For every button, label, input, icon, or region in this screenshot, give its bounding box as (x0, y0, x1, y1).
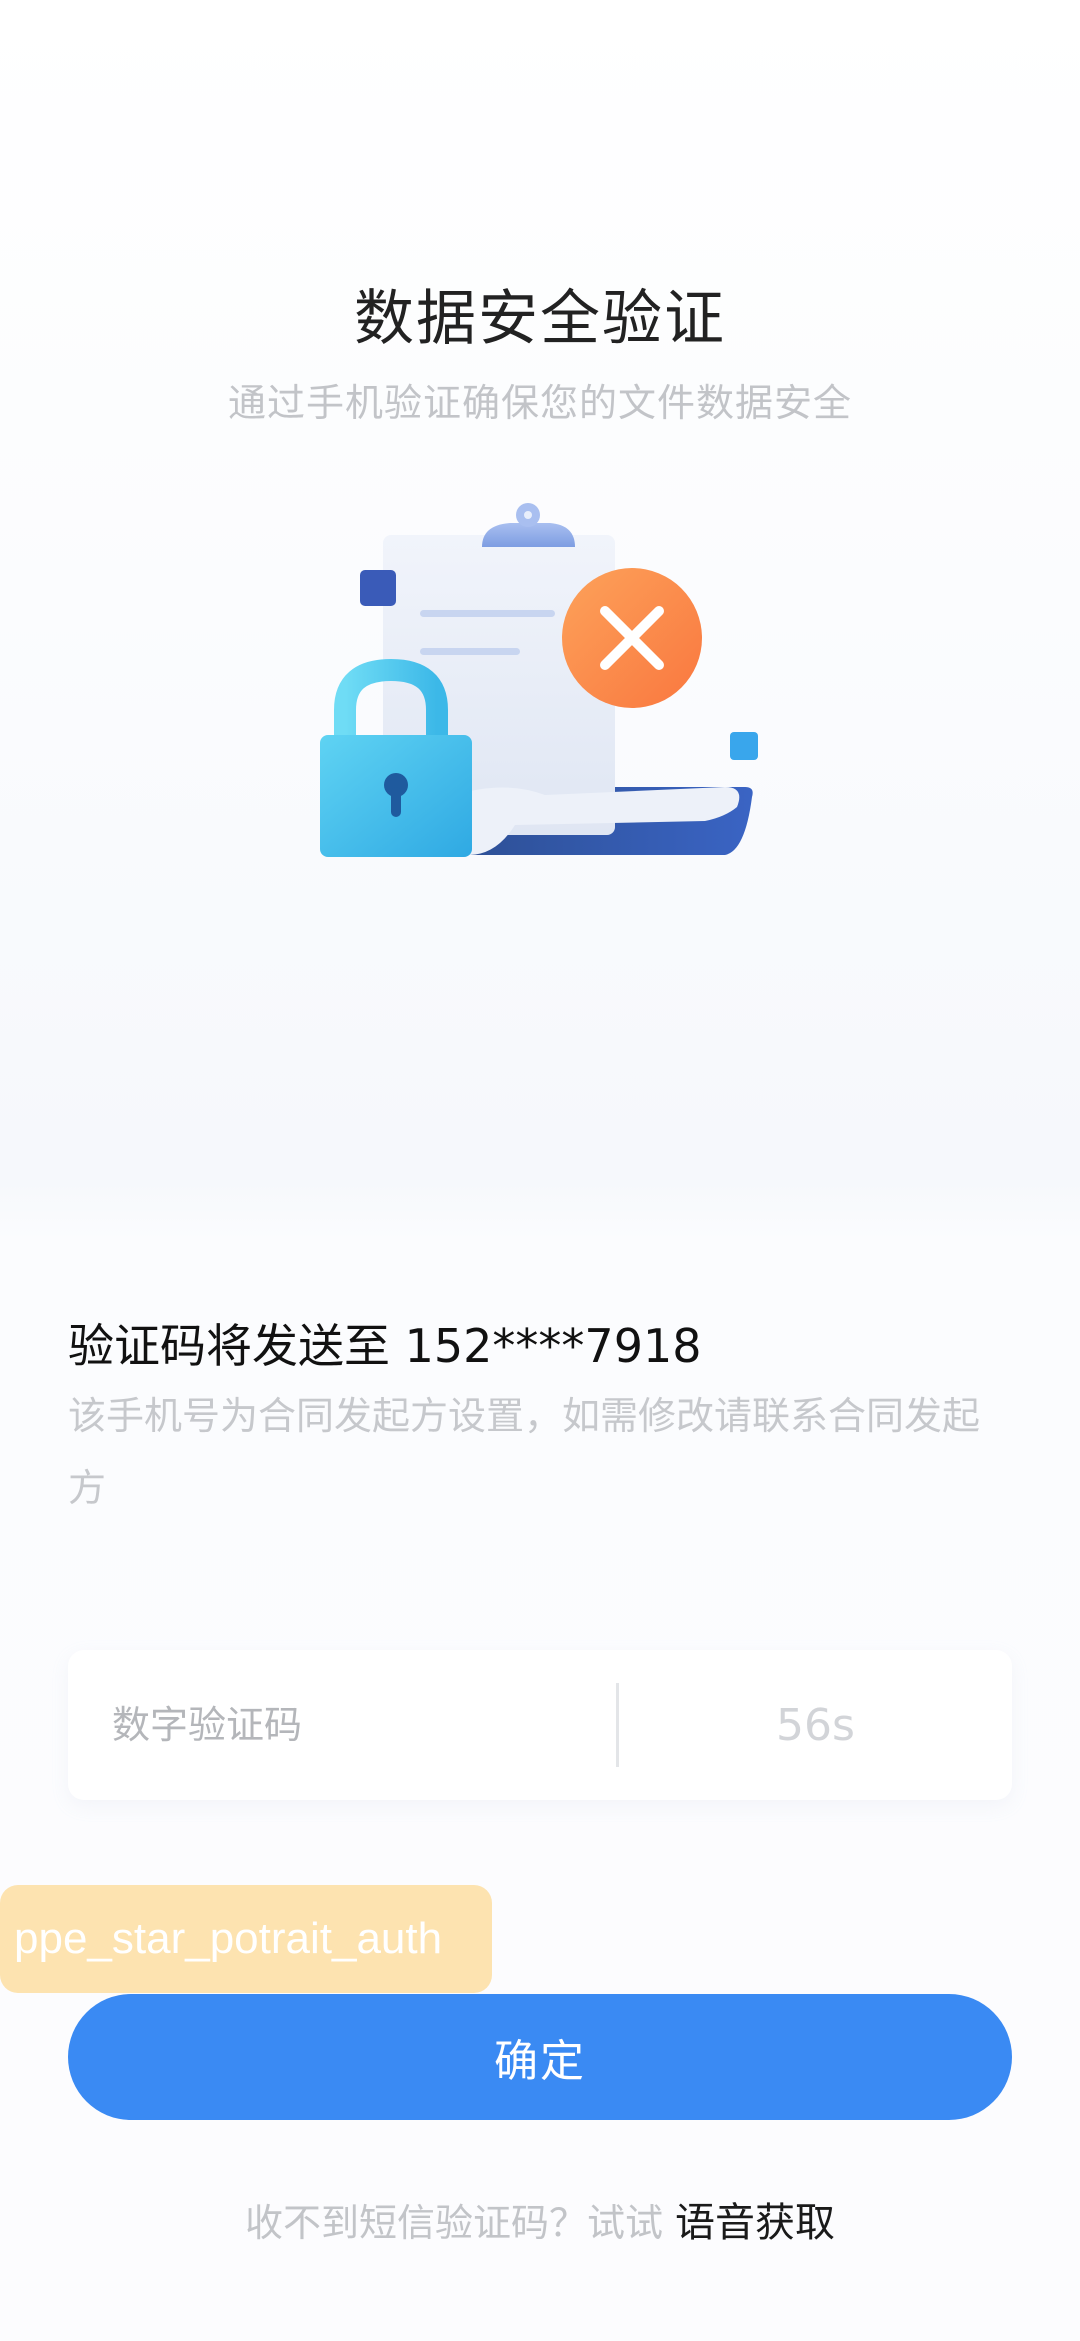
debug-tag: ppe_star_potrait_auth (0, 1885, 492, 1993)
resend-countdown: 56s (776, 1699, 855, 1751)
close-icon (562, 568, 702, 708)
page-subtitle: 通过手机验证确保您的文件数据安全 (227, 381, 852, 425)
footer-hint: 收不到短信验证码？试试 (244, 2201, 663, 2245)
code-input-box: 56s (68, 1650, 1012, 1800)
security-illustration (320, 503, 758, 857)
code-input[interactable] (68, 1650, 616, 1800)
confirm-button[interactable]: 确定 (68, 1994, 1012, 2120)
footer: 收不到短信验证码？试试 语音获取 (0, 2190, 1080, 2248)
send-to-label: 验证码将发送至 152****7918 (68, 1319, 702, 1373)
page-title: 数据安全验证 (354, 284, 726, 354)
voice-code-link[interactable]: 语音获取 (675, 2200, 835, 2246)
verification-page: 数据安全验证 通过手机验证确保您的文件数据安全 验证码将发送至 152****7… (0, 0, 1080, 2341)
decor-square-icon (360, 570, 396, 606)
decor-square-icon (730, 732, 758, 760)
phone-note: 该手机号为合同发起方设置，如需修改请联系合同发起方 (68, 1394, 981, 1510)
